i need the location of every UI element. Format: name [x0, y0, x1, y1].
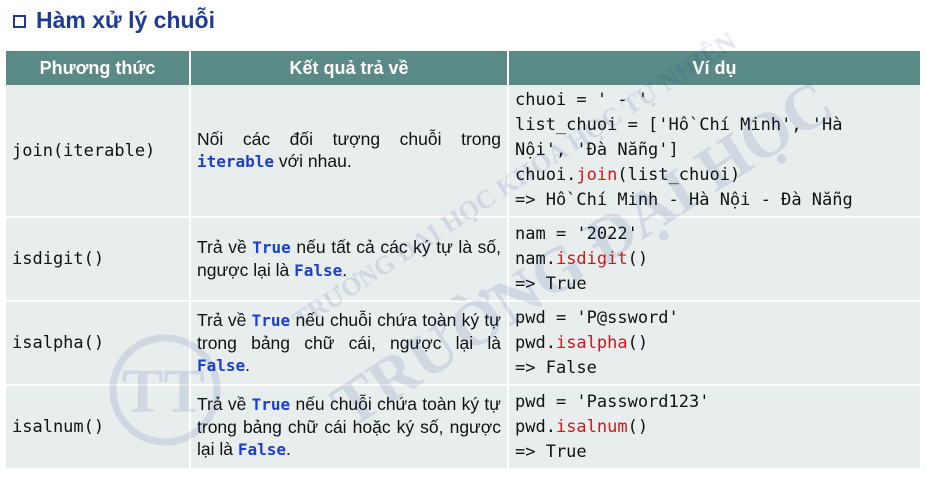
desc-text: Nối các đối tượng chuỗi trong — [197, 129, 501, 149]
desc-text: . — [245, 355, 251, 375]
code-line: pwd = 'P@ssword' — [515, 307, 679, 328]
example-cell: nam = '2022' nam.isdigit() => True — [508, 217, 920, 302]
code-function: isdigit — [555, 248, 628, 269]
desc-text: . — [286, 439, 291, 459]
header-example: Ví dụ — [508, 51, 920, 85]
code-text: () — [627, 332, 649, 353]
checkbox-bullet-icon — [13, 14, 26, 28]
code-function: isalnum — [555, 416, 628, 437]
code-line: pwd.isalnum() — [515, 415, 914, 440]
code-line: nam.isdigit() — [515, 247, 914, 272]
code-line: list_chuoi = ['Hồ Chí Minh', 'Hà — [515, 115, 843, 135]
code-line: nam = '2022' — [515, 223, 638, 244]
table-row: isdigit() Trả về True nếu tất cả các ký … — [6, 217, 920, 302]
code-function: isalpha — [555, 332, 628, 353]
header-result: Kết quả trả về — [190, 51, 509, 85]
desc-text: . — [342, 260, 348, 280]
table-row: isalpha() Trả về True nếu chuỗi chứa toà… — [6, 301, 920, 386]
keyword: True — [252, 238, 291, 257]
code-line: => Hồ Chí Minh - Hà Nội - Đà Nẵng — [515, 190, 853, 210]
keyword: False — [237, 440, 287, 459]
keyword: True — [251, 311, 291, 330]
desc-text: Trả về — [197, 394, 252, 414]
code-text: pwd. — [515, 416, 556, 437]
code-text: () — [627, 248, 649, 269]
keyword: False — [197, 356, 246, 375]
table-header-row: Phương thức Kết quả trả về Ví dụ — [6, 51, 920, 85]
method-cell: isdigit() — [6, 217, 191, 302]
code-line: => True — [515, 273, 587, 294]
description-cell: Nối các đối tượng chuỗi trong iterable v… — [190, 85, 509, 218]
code-text: chuoi. — [515, 165, 577, 185]
keyword: True — [251, 395, 291, 414]
description-cell: Trả về True nếu chuỗi chứa toàn ký tự tr… — [190, 301, 509, 386]
string-methods-table: Phương thức Kết quả trả về Ví dụ join(it… — [6, 51, 920, 470]
example-cell: chuoi = ' - ' list_chuoi = ['Hồ Chí Minh… — [508, 85, 920, 218]
desc-text: với nhau. — [274, 151, 352, 171]
table-row: join(iterable) Nối các đối tượng chuỗi t… — [6, 85, 920, 218]
keyword: iterable — [197, 152, 275, 171]
example-cell: pwd = 'Password123' pwd.isalnum() => Tru… — [508, 385, 920, 470]
code-text: (list_chuoi) — [617, 165, 741, 185]
code-line: chuoi.join(list_chuoi) — [515, 163, 914, 188]
method-cell: join(iterable) — [6, 85, 191, 218]
description-cell: Trả về True nếu tất cả các ký tự là số, … — [190, 217, 509, 302]
code-line: chuoi = ' - ' — [515, 90, 649, 110]
slide-title: Hàm xử lý chuỗi — [13, 5, 215, 35]
slide-title-text: Hàm xử lý chuỗi — [36, 6, 215, 33]
example-cell: pwd = 'P@ssword' pwd.isalpha() => False — [508, 301, 920, 386]
description-cell: Trả về True nếu chuỗi chứa toàn ký tự tr… — [190, 385, 509, 470]
code-function: join — [576, 165, 618, 185]
desc-text: Trả về — [197, 310, 252, 330]
keyword: False — [294, 261, 343, 280]
code-text: nam. — [515, 248, 556, 269]
code-line: => True — [515, 441, 587, 462]
table-row: isalnum() Trả về True nếu chuỗi chứa toà… — [6, 385, 920, 470]
method-cell: isalpha() — [6, 301, 191, 386]
code-line: Nội', 'Đà Nẵng'] — [515, 140, 679, 160]
code-line: pwd.isalpha() — [515, 331, 914, 356]
code-line: pwd = 'Password123' — [515, 391, 710, 412]
code-line: => False — [515, 357, 597, 378]
method-cell: isalnum() — [6, 385, 191, 470]
header-method: Phương thức — [6, 51, 191, 85]
desc-text: Trả về — [197, 237, 253, 257]
code-text: () — [627, 416, 649, 437]
code-text: pwd. — [515, 332, 556, 353]
